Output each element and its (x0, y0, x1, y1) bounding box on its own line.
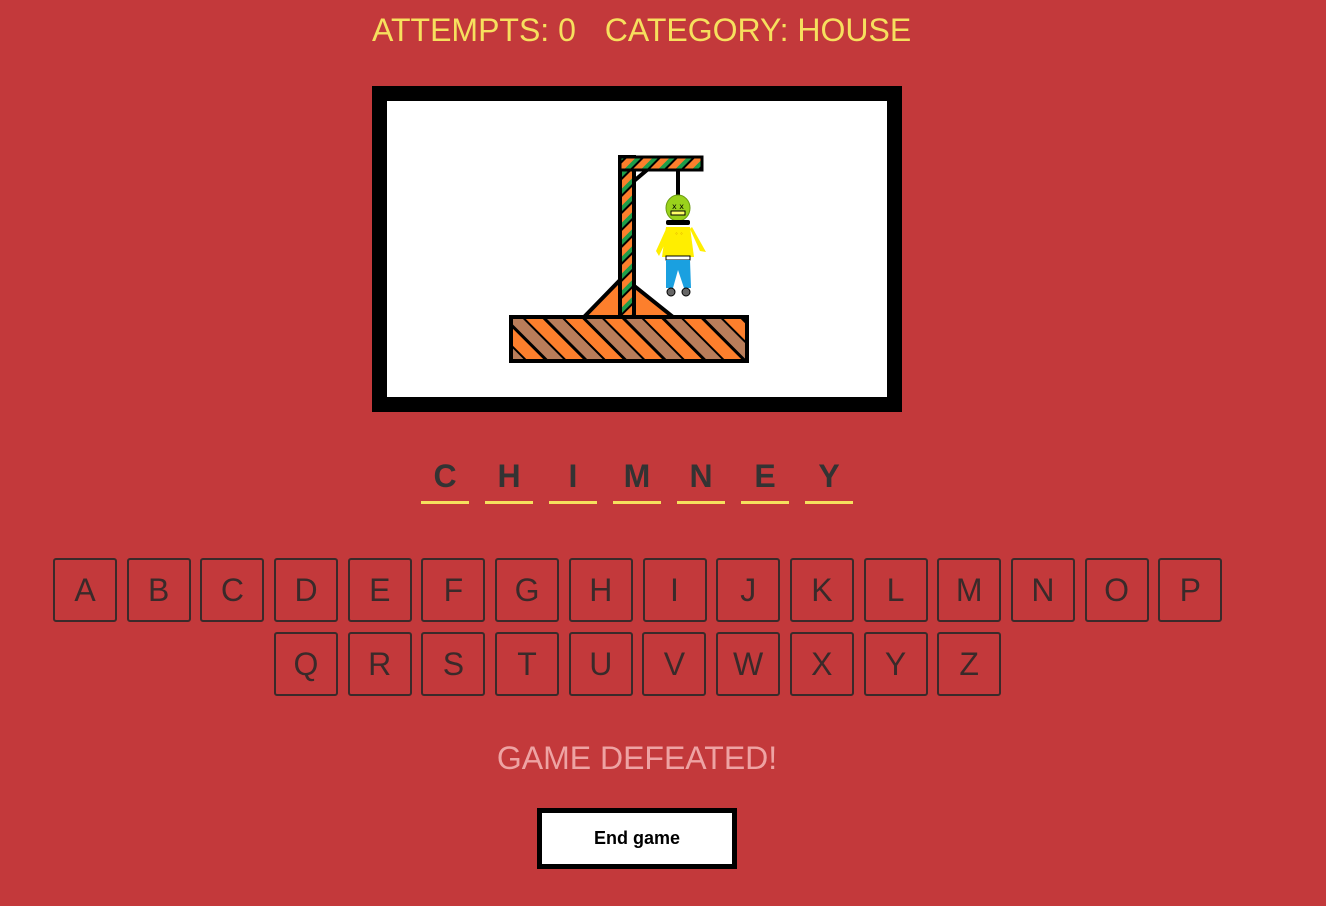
victim-pants (666, 260, 691, 288)
key-f[interactable]: F (421, 558, 486, 622)
category-label: CATEGORY: HOUSE (604, 12, 912, 48)
letter-slot: E (741, 455, 789, 504)
gallows-post (618, 155, 636, 319)
key-t[interactable]: T (495, 632, 560, 696)
letter-slot: I (549, 455, 597, 504)
noose (666, 220, 690, 225)
letter-slot: C (421, 455, 469, 504)
key-u[interactable]: U (568, 632, 633, 696)
key-v[interactable]: V (642, 632, 707, 696)
key-g[interactable]: G (495, 558, 560, 622)
svg-text:x x: x x (672, 202, 684, 211)
end-game-button[interactable]: End game (537, 808, 737, 869)
letter-slot: M (613, 455, 661, 504)
letter-slot: H (485, 455, 533, 504)
key-q[interactable]: Q (274, 632, 338, 696)
key-b[interactable]: B (126, 558, 191, 622)
victim-shoe-left (666, 287, 676, 297)
key-d[interactable]: D (274, 558, 339, 622)
word-display: C H I M N E Y (421, 455, 853, 504)
key-s[interactable]: S (421, 632, 486, 696)
key-y[interactable]: Y (863, 632, 928, 696)
key-p[interactable]: P (1158, 558, 1223, 622)
hangman-canvas: x x ° ° (372, 86, 902, 412)
keyboard-row-1: A B C D E F G H I J K L M N O P (0, 558, 1326, 622)
victim-shoe-right (681, 287, 691, 297)
key-e[interactable]: E (347, 558, 412, 622)
keyboard-row-2: Q R S T U V W X Y Z (0, 632, 1326, 696)
hangman-drawing: x x ° ° (509, 155, 749, 363)
attempts-counter: ATTEMPTS: 0 (372, 12, 576, 48)
gallows-platform (509, 315, 749, 363)
key-a[interactable]: A (53, 558, 117, 622)
svg-text:° °: ° ° (675, 232, 683, 239)
key-n[interactable]: N (1010, 558, 1075, 622)
key-o[interactable]: O (1084, 558, 1149, 622)
gallows-beam (618, 155, 704, 172)
key-x[interactable]: X (789, 632, 854, 696)
game-status-message: GAME DEFEATED! (496, 740, 778, 776)
key-j[interactable]: J (716, 558, 781, 622)
key-k[interactable]: K (789, 558, 854, 622)
key-h[interactable]: H (568, 558, 633, 622)
key-m[interactable]: M (937, 558, 1002, 622)
letter-slot: N (677, 455, 725, 504)
key-r[interactable]: R (347, 632, 412, 696)
victim-belt (665, 255, 691, 261)
game-header: ATTEMPTS: 0 CATEGORY: HOUSE (372, 12, 911, 49)
key-i[interactable]: I (642, 558, 707, 622)
key-z[interactable]: Z (937, 632, 1002, 696)
key-c[interactable]: C (200, 558, 265, 622)
letter-slot: Y (805, 455, 853, 504)
key-w[interactable]: W (716, 632, 781, 696)
key-l[interactable]: L (863, 558, 928, 622)
